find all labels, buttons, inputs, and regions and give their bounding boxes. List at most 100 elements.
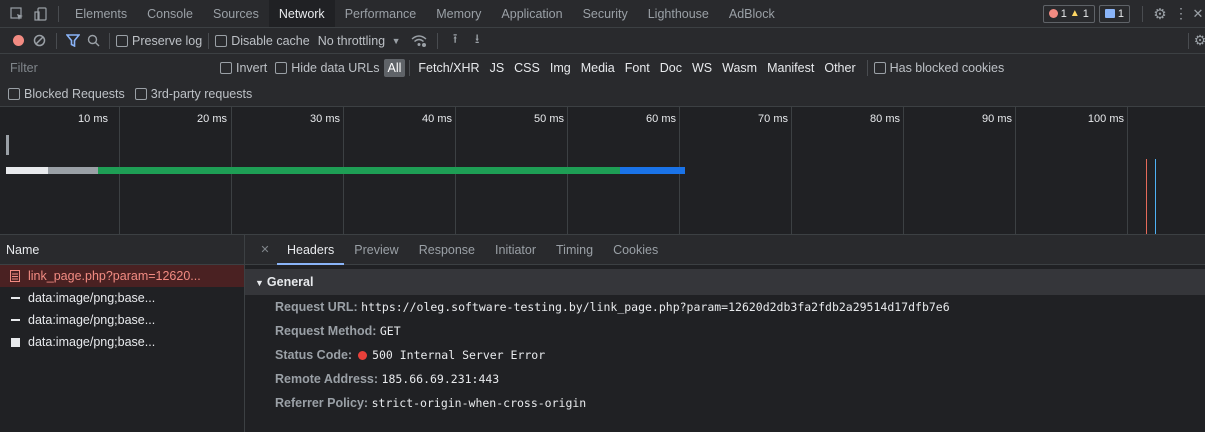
close-icon[interactable]: ✕	[257, 243, 273, 256]
filter-type-doc[interactable]: Doc	[656, 59, 686, 77]
tab-elements[interactable]: Elements	[65, 0, 137, 27]
gear-icon[interactable]: ⚙	[1149, 5, 1171, 23]
request-detail-panel: ✕ Headers Preview Response Initiator Tim…	[245, 235, 1205, 432]
record-icon[interactable]	[8, 35, 28, 46]
search-icon[interactable]	[83, 34, 103, 47]
tab-memory[interactable]: Memory	[426, 0, 491, 27]
has-blocked-cookies-checkbox[interactable]	[873, 61, 886, 74]
divider	[56, 32, 57, 49]
name-column-header[interactable]: Name	[0, 235, 244, 265]
warning-count: 1	[1082, 7, 1089, 20]
clear-icon[interactable]	[28, 34, 50, 47]
overview-tick-label: 20 ms	[197, 113, 227, 125]
tab-application[interactable]: Application	[491, 0, 572, 27]
tab-lighthouse[interactable]: Lighthouse	[638, 0, 719, 27]
request-name: link_page.php?param=12620...	[28, 269, 201, 283]
warning-icon: ▲	[1069, 8, 1080, 19]
field-key: Request URL:	[275, 300, 358, 314]
overview-gridline	[1127, 107, 1128, 234]
tab-sources[interactable]: Sources	[203, 0, 269, 27]
has-blocked-cookies-label: Has blocked cookies	[889, 60, 1005, 75]
overview-tick-label: 10 ms	[78, 113, 108, 125]
issues-badge[interactable]: 1 ▲ 1	[1042, 4, 1095, 23]
filter-type-media[interactable]: Media	[577, 59, 619, 77]
error-icon	[1048, 9, 1058, 18]
network-overview[interactable]: 10 ms 20 ms 30 ms 40 ms 50 ms 60 ms 70 m…	[0, 107, 1205, 235]
preserve-log-checkbox[interactable]	[116, 34, 128, 47]
overview-tick-label: 60 ms	[646, 113, 676, 125]
hide-data-urls-label: Hide data URLs	[291, 60, 380, 75]
filter-type-fetch-xhr[interactable]: Fetch/XHR	[414, 59, 483, 77]
request-name: data:image/png;base...	[28, 335, 156, 349]
tab-performance[interactable]: Performance	[335, 0, 427, 27]
divider	[437, 32, 439, 49]
request-name: data:image/png;base...	[28, 313, 156, 327]
messages-badge[interactable]: 1	[1098, 4, 1130, 23]
invert-checkbox[interactable]	[220, 61, 232, 74]
request-row[interactable]: data:image/png;base...	[0, 287, 244, 309]
filter-row: Filter Invert Hide data URLs All Fetch/X…	[0, 54, 1205, 81]
tab-adblock[interactable]: AdBlock	[719, 0, 785, 27]
field-key: Request Method:	[275, 324, 377, 338]
chevron-down-icon[interactable]: ▼	[385, 36, 407, 46]
filter-input[interactable]: Filter	[10, 61, 220, 75]
tab-preview[interactable]: Preview	[344, 235, 408, 265]
filter-type-manifest[interactable]: Manifest	[763, 59, 818, 77]
tab-response[interactable]: Response	[409, 235, 485, 265]
overview-tick-label: 100 ms	[1087, 113, 1124, 125]
disable-cache-checkbox[interactable]	[215, 34, 228, 47]
tab-initiator[interactable]: Initiator	[485, 235, 546, 265]
divider	[1142, 5, 1143, 22]
field-key: Status Code:	[275, 348, 353, 362]
tab-headers[interactable]: Headers	[277, 235, 345, 265]
request-row[interactable]: data:image/png;base...	[0, 309, 244, 331]
message-count: 1	[1117, 7, 1124, 20]
filter-icon[interactable]	[63, 34, 83, 47]
throttling-select[interactable]: No throttling	[318, 34, 385, 48]
preserve-log-label: Preserve log	[132, 33, 203, 48]
filter-type-js[interactable]: JS	[486, 59, 509, 77]
filter-type-img[interactable]: Img	[546, 59, 575, 77]
overview-tick-label: 40 ms	[422, 113, 452, 125]
inspect-element-icon[interactable]	[4, 6, 30, 21]
request-method-row: Request Method: GET	[245, 319, 1205, 343]
request-row[interactable]: data:image/png;base...	[0, 331, 244, 353]
divider	[109, 32, 110, 49]
more-options-icon[interactable]: ⋮	[1171, 5, 1191, 22]
filter-type-other[interactable]: Other	[820, 59, 859, 77]
blocked-requests-checkbox[interactable]	[8, 87, 20, 100]
general-section-header[interactable]: ▼ General	[245, 269, 1205, 295]
network-toolbar: Preserve log Disable cache No throttling…	[0, 28, 1205, 54]
tab-network[interactable]: Network	[268, 0, 335, 27]
third-party-label: 3rd-party requests	[150, 86, 253, 101]
network-conditions-icon[interactable]	[407, 34, 431, 47]
request-row[interactable]: link_page.php?param=12620...	[0, 265, 244, 287]
third-party-checkbox[interactable]	[134, 87, 147, 100]
devtools-tab-bar: Elements Console Sources Network Perform…	[0, 0, 1205, 28]
overview-gridline	[791, 107, 792, 234]
overview-tick-label: 80 ms	[870, 113, 900, 125]
filter-type-font[interactable]: Font	[621, 59, 654, 77]
device-toolbar-icon[interactable]	[30, 6, 52, 21]
tab-security[interactable]: Security	[573, 0, 638, 27]
filter-type-ws[interactable]: WS	[688, 59, 716, 77]
invert-label: Invert	[236, 60, 268, 75]
tab-timing[interactable]: Timing	[546, 235, 603, 265]
filter-type-css[interactable]: CSS	[510, 59, 544, 77]
status-code-row: Status Code: 500 Internal Server Error	[245, 343, 1205, 367]
overview-gridline	[903, 107, 904, 234]
close-icon[interactable]: ✕	[1191, 6, 1205, 22]
remote-address-value: 185.66.69.231:443	[381, 372, 500, 386]
import-har-icon[interactable]: ⭱	[444, 30, 466, 52]
export-har-icon[interactable]: ⭳	[466, 30, 488, 52]
tab-console[interactable]: Console	[137, 0, 203, 27]
overview-tick-label: 70 ms	[758, 113, 788, 125]
tab-cookies[interactable]: Cookies	[603, 235, 668, 265]
overview-selection-handle[interactable]	[6, 135, 9, 155]
filter-type-wasm[interactable]: Wasm	[718, 59, 761, 77]
divider	[1188, 32, 1189, 49]
network-settings-icon[interactable]: ⚙	[1194, 32, 1205, 49]
hide-data-urls-checkbox[interactable]	[275, 61, 288, 74]
image-icon	[8, 337, 22, 347]
filter-type-all[interactable]: All	[383, 58, 406, 77]
